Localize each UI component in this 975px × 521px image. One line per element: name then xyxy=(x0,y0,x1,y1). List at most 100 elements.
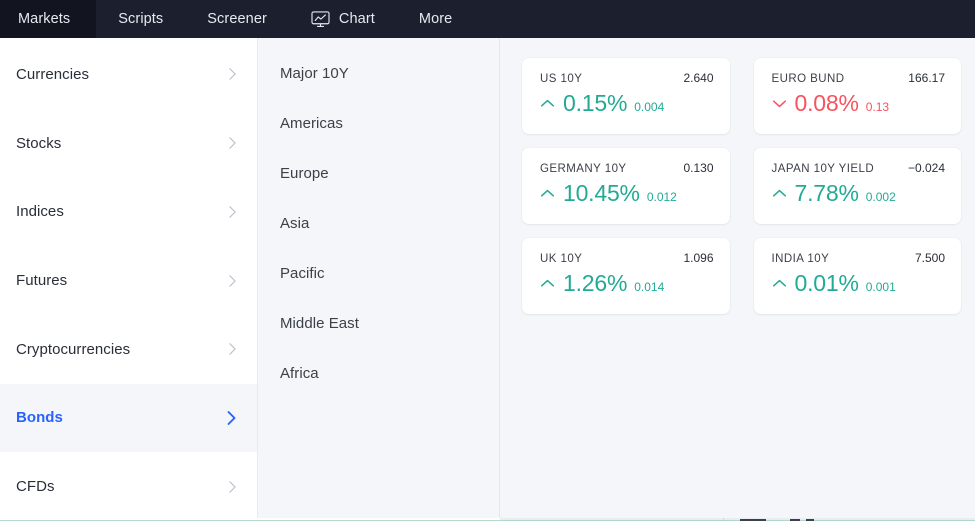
nav-item-chart[interactable]: Chart xyxy=(289,0,397,38)
chevron-right-icon xyxy=(226,410,237,426)
region-item-pacific[interactable]: Pacific xyxy=(258,248,499,298)
quote-cards-grid: US 10Y 2.640 0.15% 0.004 EURO BUND 166.1… xyxy=(522,58,961,314)
quote-card-header: INDIA 10Y 7.500 xyxy=(772,251,946,265)
quote-symbol-name: GERMANY 10Y xyxy=(540,163,627,175)
quote-card-header: GERMANY 10Y 0.130 xyxy=(540,161,714,175)
nav-item-label: Markets xyxy=(18,11,71,27)
quote-card-change: 0.01% 0.001 xyxy=(772,272,946,295)
chevron-up-icon xyxy=(772,279,787,288)
region-item-africa[interactable]: Africa xyxy=(258,348,499,398)
region-list: Major 10Y Americas Europe Asia Pacific M… xyxy=(258,38,500,521)
quote-card-header: UK 10Y 1.096 xyxy=(540,251,714,265)
quote-card-uk-10y[interactable]: UK 10Y 1.096 1.26% 0.014 xyxy=(522,238,730,314)
chevron-up-icon xyxy=(540,99,555,108)
quote-change-absolute: 0.012 xyxy=(646,190,677,204)
sidebar-item-label: Stocks xyxy=(16,134,62,152)
sidebar-item-label: CFDs xyxy=(16,478,55,496)
region-item-asia[interactable]: Asia xyxy=(258,198,499,248)
chevron-up-icon xyxy=(540,279,555,288)
sidebar-item-cfds[interactable]: CFDs xyxy=(0,452,257,521)
category-sidebar: Currencies Stocks Indices Futures Crypto… xyxy=(0,38,258,521)
quote-card-us-10y[interactable]: US 10Y 2.640 0.15% 0.004 xyxy=(522,58,730,134)
quote-symbol-name: US 10Y xyxy=(540,73,583,85)
quote-change-absolute: 0.014 xyxy=(634,280,665,294)
region-item-label: Americas xyxy=(280,114,343,132)
region-item-label: Africa xyxy=(280,364,319,382)
chevron-up-icon xyxy=(772,189,787,198)
region-item-middle-east[interactable]: Middle East xyxy=(258,298,499,348)
quote-cards-pane: US 10Y 2.640 0.15% 0.004 EURO BUND 166.1… xyxy=(500,38,975,521)
quote-price: 2.640 xyxy=(683,71,714,85)
region-item-label: Pacific xyxy=(280,264,325,282)
quote-card-header: JAPAN 10Y YIELD −0.024 xyxy=(772,161,946,175)
quote-card-header: US 10Y 2.640 xyxy=(540,71,714,85)
region-item-label: Europe xyxy=(280,164,329,182)
content-area: Currencies Stocks Indices Futures Crypto… xyxy=(0,38,975,521)
nav-item-more[interactable]: More xyxy=(397,0,474,38)
chart-monitor-icon xyxy=(311,10,330,28)
quote-card-change: 10.45% 0.012 xyxy=(540,182,714,205)
quote-card-change: 0.15% 0.004 xyxy=(540,92,714,115)
region-item-americas[interactable]: Americas xyxy=(258,98,499,148)
nav-item-label: More xyxy=(418,11,453,27)
sidebar-item-currencies[interactable]: Currencies xyxy=(0,40,257,109)
chevron-right-icon xyxy=(228,342,237,356)
nav-item-scripts[interactable]: Scripts xyxy=(96,0,185,38)
sidebar-item-label: Futures xyxy=(16,272,68,290)
nav-item-label: Chart xyxy=(338,11,375,27)
sidebar-item-label: Indices xyxy=(16,203,64,221)
nav-item-markets[interactable]: Markets xyxy=(0,0,97,38)
quote-card-change: 7.78% 0.002 xyxy=(772,182,946,205)
quote-change-absolute: 0.13 xyxy=(865,100,890,114)
sidebar-item-label: Bonds xyxy=(16,409,63,427)
quote-symbol-name: JAPAN 10Y YIELD xyxy=(771,163,875,175)
quote-price: −0.024 xyxy=(907,161,945,175)
region-item-major-10y[interactable]: Major 10Y xyxy=(258,48,499,98)
top-navigation-bar: Markets Scripts Screener Chart More xyxy=(0,0,975,38)
quote-change-absolute: 0.002 xyxy=(865,190,896,204)
quote-symbol-name: UK 10Y xyxy=(540,253,583,265)
quote-change-percent: 7.78% xyxy=(794,180,859,206)
chevron-right-icon xyxy=(228,274,237,288)
region-item-label: Major 10Y xyxy=(280,64,349,82)
quote-change-percent: 1.26% xyxy=(563,270,628,296)
quote-price: 7.500 xyxy=(914,251,945,265)
nav-item-label: Scripts xyxy=(118,11,164,27)
sidebar-item-indices[interactable]: Indices xyxy=(0,177,257,246)
sidebar-item-bonds[interactable]: Bonds xyxy=(0,383,257,453)
quote-price: 0.130 xyxy=(683,161,714,175)
nav-item-screener[interactable]: Screener xyxy=(185,0,289,38)
sidebar-item-stocks[interactable]: Stocks xyxy=(0,109,257,178)
chevron-up-icon xyxy=(540,189,555,198)
chevron-right-icon xyxy=(228,480,237,494)
quote-card-header: EURO BUND 166.17 xyxy=(772,71,946,85)
chevron-right-icon xyxy=(228,205,237,219)
quote-price: 1.096 xyxy=(683,251,714,265)
quote-price: 166.17 xyxy=(908,71,945,85)
quote-card-euro-bund[interactable]: EURO BUND 166.17 0.08% 0.13 xyxy=(753,58,961,134)
region-item-europe[interactable]: Europe xyxy=(258,148,499,198)
sidebar-item-futures[interactable]: Futures xyxy=(0,246,257,315)
quote-card-japan-10y-yield[interactable]: JAPAN 10Y YIELD −0.024 7.78% 0.002 xyxy=(753,148,961,224)
quote-symbol-name: EURO BUND xyxy=(771,73,845,85)
quote-change-percent: 0.01% xyxy=(794,270,859,296)
region-item-label: Asia xyxy=(280,214,310,232)
sidebar-item-label: Currencies xyxy=(16,65,90,83)
chevron-right-icon xyxy=(228,136,237,150)
quote-card-india-10y[interactable]: INDIA 10Y 7.500 0.01% 0.001 xyxy=(753,238,961,314)
quote-card-change: 0.08% 0.13 xyxy=(772,92,946,115)
quote-card-change: 1.26% 0.014 xyxy=(540,272,714,295)
quote-change-percent: 10.45% xyxy=(563,180,640,206)
region-item-label: Middle East xyxy=(280,314,359,332)
quote-symbol-name: INDIA 10Y xyxy=(771,253,830,265)
chevron-right-icon xyxy=(228,67,237,81)
quote-change-percent: 0.15% xyxy=(563,90,628,116)
markets-screen: Markets Scripts Screener Chart More Curr… xyxy=(0,0,975,521)
sidebar-item-cryptocurrencies[interactable]: Cryptocurrencies xyxy=(0,315,257,384)
quote-card-germany-10y[interactable]: GERMANY 10Y 0.130 10.45% 0.012 xyxy=(522,148,730,224)
quote-change-percent: 0.08% xyxy=(794,90,859,116)
quote-change-absolute: 0.001 xyxy=(865,280,896,294)
chevron-down-icon xyxy=(772,99,787,108)
quote-change-absolute: 0.004 xyxy=(634,100,665,114)
nav-item-label: Screener xyxy=(207,11,267,27)
